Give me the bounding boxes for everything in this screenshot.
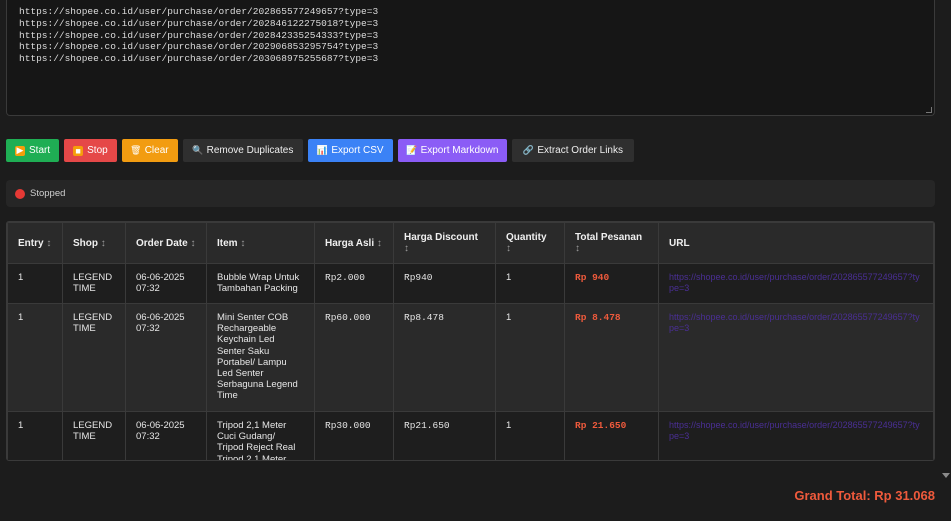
header-total-pesanan[interactable]: Total Pesanan ↕	[564, 222, 659, 264]
cell-item: Mini Senter COB Rechargeable Keychain Le…	[206, 303, 315, 412]
cell-harga-asli: Rp60.000	[314, 303, 394, 412]
cell-shop: LEGEND TIME	[62, 303, 126, 412]
link-line: https://shopee.co.id/user/purchase/order…	[19, 29, 379, 41]
clear-button[interactable]: 🗑 Clear	[121, 139, 178, 162]
header-entry[interactable]: Entry ↕	[7, 222, 63, 264]
cell-item: Bubble Wrap Untuk Tambahan Packing	[206, 263, 315, 304]
cell-shop: LEGEND TIME	[62, 263, 126, 304]
cell-harga-discount: Rp940	[393, 263, 496, 304]
link-line: https://shopee.co.id/user/purchase/order…	[19, 17, 379, 29]
status-text: Stopped	[30, 188, 66, 199]
sort-icon: ↕	[240, 237, 246, 249]
cell-harga-discount: Rp8.478	[393, 303, 496, 412]
orders-table: Entry ↕ Shop ↕ Order Date ↕ Item ↕ Harga…	[7, 222, 934, 460]
link-line: https://shopee.co.id/user/purchase/order…	[19, 6, 379, 17]
start-label: Start	[29, 145, 51, 156]
cell-harga-discount: Rp21.650	[393, 411, 496, 460]
header-item[interactable]: Item ↕	[206, 222, 315, 264]
memo-icon: 📝	[405, 145, 418, 155]
sort-icon: ↕	[190, 237, 196, 249]
header-url: URL	[658, 222, 934, 264]
stop-button[interactable]: ■ Stop	[64, 139, 117, 162]
header-shop[interactable]: Shop ↕	[62, 222, 126, 264]
sort-icon: ↕	[376, 237, 382, 249]
cell-total-pesanan: Rp 21.650	[564, 411, 659, 460]
cell-entry: 1	[7, 263, 63, 304]
export-markdown-label: Export Markdown	[420, 145, 499, 156]
sort-icon: ↕	[100, 237, 106, 249]
grand-total: Grand Total: Rp 31.068	[794, 488, 935, 503]
search-icon: 🔍	[192, 145, 204, 155]
header-order-date[interactable]: Order Date ↕	[125, 222, 207, 264]
play-icon: ▶	[15, 145, 25, 156]
header-harga-discount[interactable]: Harga Discount ↕	[393, 222, 496, 264]
cell-total-pesanan: Rp 940	[564, 263, 659, 304]
sort-icon: ↕	[506, 243, 511, 254]
table-header-row: Entry ↕ Shop ↕ Order Date ↕ Item ↕ Harga…	[7, 222, 934, 264]
cell-entry: 1	[7, 303, 63, 412]
cell-url-link[interactable]: https://shopee.co.id/user/purchase/order…	[658, 411, 934, 460]
link-line: https://shopee.co.id/user/purchase/order…	[19, 53, 379, 65]
cell-item: Tripod 2,1 Meter Cuci Gudang/ Tripod Rej…	[206, 411, 315, 460]
cell-total-pesanan: Rp 8.478	[564, 303, 659, 412]
scroll-down-arrow-icon[interactable]	[942, 473, 950, 478]
export-csv-label: Export CSV	[331, 145, 384, 156]
toolbar: ▶ Start ■ Stop 🗑 Clear 🔍 Remove Duplicat…	[6, 139, 634, 162]
sort-icon: ↕	[46, 237, 52, 249]
cell-order-date: 06-06-2025 07:32	[125, 411, 207, 460]
export-csv-button[interactable]: 📊 Export CSV	[308, 139, 393, 162]
link-line: https://shopee.co.id/user/purchase/order…	[19, 41, 379, 53]
extract-order-links-label: Extract Order Links	[537, 145, 623, 156]
cell-quantity: 1	[495, 411, 565, 460]
cell-order-date: 06-06-2025 07:32	[125, 303, 207, 412]
cell-url-link[interactable]: https://shopee.co.id/user/purchase/order…	[658, 263, 934, 304]
start-button[interactable]: ▶ Start	[6, 139, 60, 162]
cell-url-link[interactable]: https://shopee.co.id/user/purchase/order…	[658, 303, 934, 412]
orders-table-container: Entry ↕ Shop ↕ Order Date ↕ Item ↕ Harga…	[6, 221, 935, 461]
cell-order-date: 06-06-2025 07:32	[125, 263, 207, 304]
clear-label: Clear	[144, 145, 169, 156]
status-bar: Stopped	[6, 180, 935, 207]
cell-shop: LEGEND TIME	[62, 411, 126, 460]
link-icon: 🔗	[522, 145, 534, 155]
table-row: 1 LEGEND TIME 06-06-2025 07:32 Bubble Wr…	[7, 263, 934, 304]
table-row: 1 LEGEND TIME 06-06-2025 07:32 Tripod 2,…	[7, 411, 934, 460]
remove-duplicates-button[interactable]: 🔍 Remove Duplicates	[182, 139, 304, 162]
stop-label: Stop	[87, 145, 108, 156]
header-quantity[interactable]: Quantity ↕	[495, 222, 565, 264]
stop-icon: ■	[73, 145, 84, 156]
status-dot-icon	[15, 188, 25, 199]
trash-icon: 🗑	[129, 145, 142, 155]
table-row: 1 LEGEND TIME 06-06-2025 07:32 Mini Sent…	[7, 303, 934, 412]
cell-harga-asli: Rp2.000	[314, 263, 394, 304]
header-harga-asli[interactable]: Harga Asli ↕	[314, 222, 394, 264]
cell-entry: 1	[7, 411, 63, 460]
cell-quantity: 1	[495, 263, 565, 304]
cell-quantity: 1	[495, 303, 565, 412]
remove-duplicates-label: Remove Duplicates	[206, 145, 294, 156]
order-links-textarea[interactable]: https://shopee.co.id/user/purchase/order…	[6, 0, 935, 116]
extract-order-links-button[interactable]: 🔗 Extract Order Links	[512, 139, 634, 162]
export-markdown-button[interactable]: 📝 Export Markdown	[397, 139, 508, 162]
cell-harga-asli: Rp30.000	[314, 411, 394, 460]
sort-icon: ↕	[404, 243, 409, 254]
chart-icon: 📊	[316, 145, 328, 155]
resize-handle[interactable]	[926, 107, 932, 113]
sort-icon: ↕	[575, 243, 580, 254]
